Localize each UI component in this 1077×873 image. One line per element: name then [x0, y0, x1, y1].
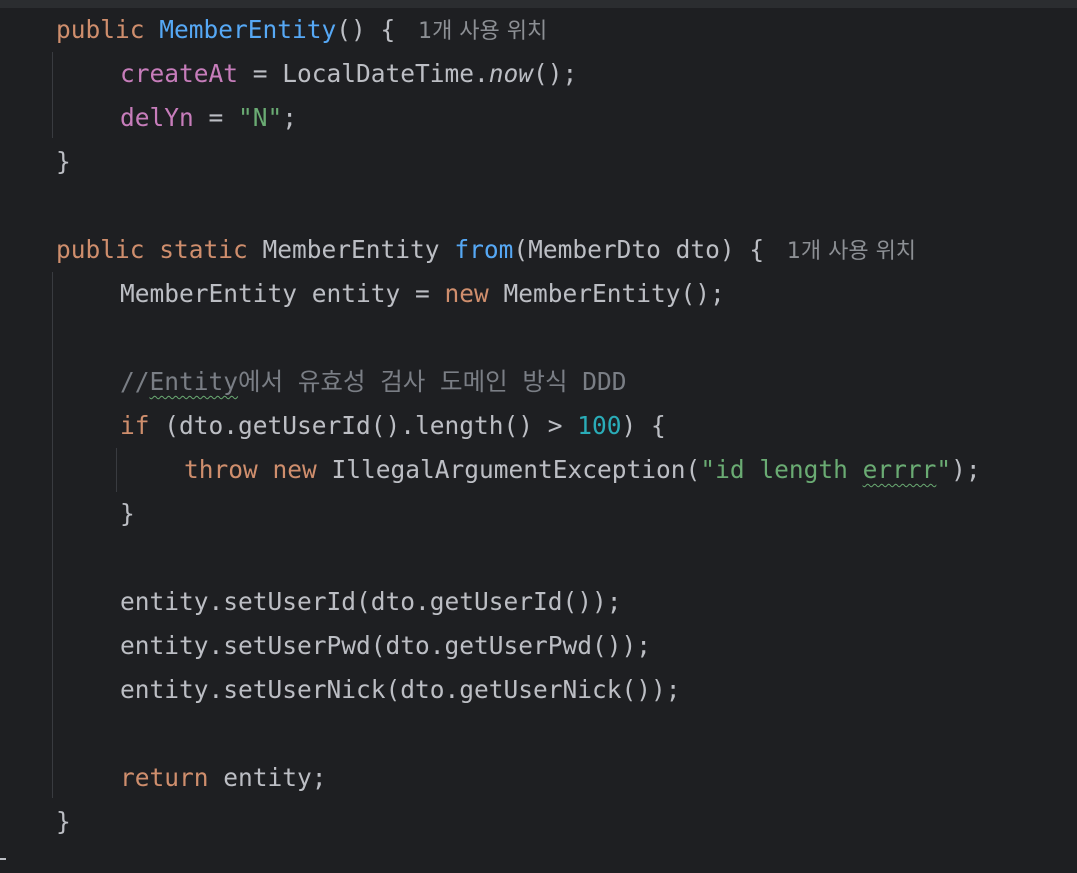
indent-guide [52, 52, 53, 138]
keyword-public: public [56, 235, 145, 264]
exception-class: IllegalArgumentException( [316, 455, 701, 484]
closing-brace: } [56, 807, 71, 836]
string-literal-N: "N" [238, 103, 283, 132]
comment-typo-word[interactable]: Entity [150, 367, 239, 396]
code-line-if-close[interactable]: } [120, 492, 135, 536]
statement-end: ); [951, 455, 981, 484]
entity-constructor-call: MemberEntity(); [488, 279, 725, 308]
field-createAt: createAt [120, 59, 239, 88]
gutter-marker [0, 858, 6, 860]
assign-operator: = [193, 103, 239, 132]
string-literal-part: "id length [700, 455, 863, 484]
code-line-from-close[interactable]: } [56, 800, 71, 844]
statement-end: (); [533, 59, 578, 88]
code-line-set-usernick[interactable]: entity.setUserNick(dto.getUserNick()); [120, 668, 681, 712]
method-params: (MemberDto dto) { [513, 235, 765, 264]
constructor-signature-tail: () { [336, 15, 396, 44]
code-line-delYn[interactable]: delYn = "N"; [120, 96, 297, 140]
static-call-now: now [488, 59, 534, 88]
entity-declaration: MemberEntity entity = [120, 279, 445, 308]
code-line-set-userpwd[interactable]: entity.setUserPwd(dto.getUserPwd()); [120, 624, 651, 668]
keyword-public: public [56, 15, 145, 44]
code-line-createAt[interactable]: createAt = LocalDateTime.now(); [120, 52, 577, 96]
usage-hint[interactable]: 1개 사용 위치 [787, 239, 916, 264]
usage-hint[interactable]: 1개 사용 위치 [418, 19, 547, 44]
code-line-if[interactable]: if (dto.getUserId().length() > 100) { [120, 404, 666, 448]
keyword-return: return [120, 763, 209, 792]
comment-text: 에서 유효성 검사 도메인 방식 DDD [238, 367, 627, 396]
code-line-from-signature[interactable]: public static MemberEntity from(MemberDt… [56, 228, 916, 272]
number-literal: 100 [577, 411, 622, 440]
code-line-return[interactable]: return entity; [120, 756, 327, 800]
code-editor[interactable]: public MemberEntity() { 1개 사용 위치 createA… [0, 0, 1077, 873]
keyword-if: if [120, 411, 150, 440]
constructor-name: MemberEntity [159, 15, 337, 44]
if-condition: (dto.getUserId().length() > [149, 411, 578, 440]
editor-top-border [0, 0, 1077, 8]
keyword-throw: throw [184, 455, 258, 484]
set-usernick-statement: entity.setUserNick(dto.getUserNick()); [120, 675, 681, 704]
keyword-new: new [272, 455, 317, 484]
code-line-set-userid[interactable]: entity.setUserId(dto.getUserId()); [120, 580, 622, 624]
indent-guide [52, 272, 53, 798]
comment-prefix: // [120, 367, 150, 396]
code-line-entity-decl[interactable]: MemberEntity entity = new MemberEntity()… [120, 272, 725, 316]
code-line-constructor-close[interactable]: } [56, 140, 71, 184]
method-name-from: from [454, 235, 514, 264]
closing-brace: } [56, 147, 71, 176]
string-typo-word[interactable]: errrr [863, 455, 937, 484]
if-tail: ) { [621, 411, 666, 440]
assign-localdatetime: = LocalDateTime. [238, 59, 489, 88]
code-line-throw[interactable]: throw new IllegalArgumentException("id l… [184, 448, 981, 492]
keyword-new: new [444, 279, 489, 308]
string-literal-quote: " [936, 455, 952, 484]
return-type: MemberEntity [247, 235, 455, 264]
return-value: entity; [208, 763, 327, 792]
keyword-static: static [159, 235, 248, 264]
code-line-constructor-signature[interactable]: public MemberEntity() { 1개 사용 위치 [56, 8, 547, 52]
set-userpwd-statement: entity.setUserPwd(dto.getUserPwd()); [120, 631, 652, 660]
set-userid-statement: entity.setUserId(dto.getUserId()); [120, 587, 622, 616]
indent-guide [116, 448, 117, 492]
code-line-comment[interactable]: //Entity에서 유효성 검사 도메인 방식 DDD [120, 360, 627, 404]
statement-end: ; [282, 103, 298, 132]
closing-brace: } [120, 499, 135, 528]
field-delYn: delYn [120, 103, 194, 132]
